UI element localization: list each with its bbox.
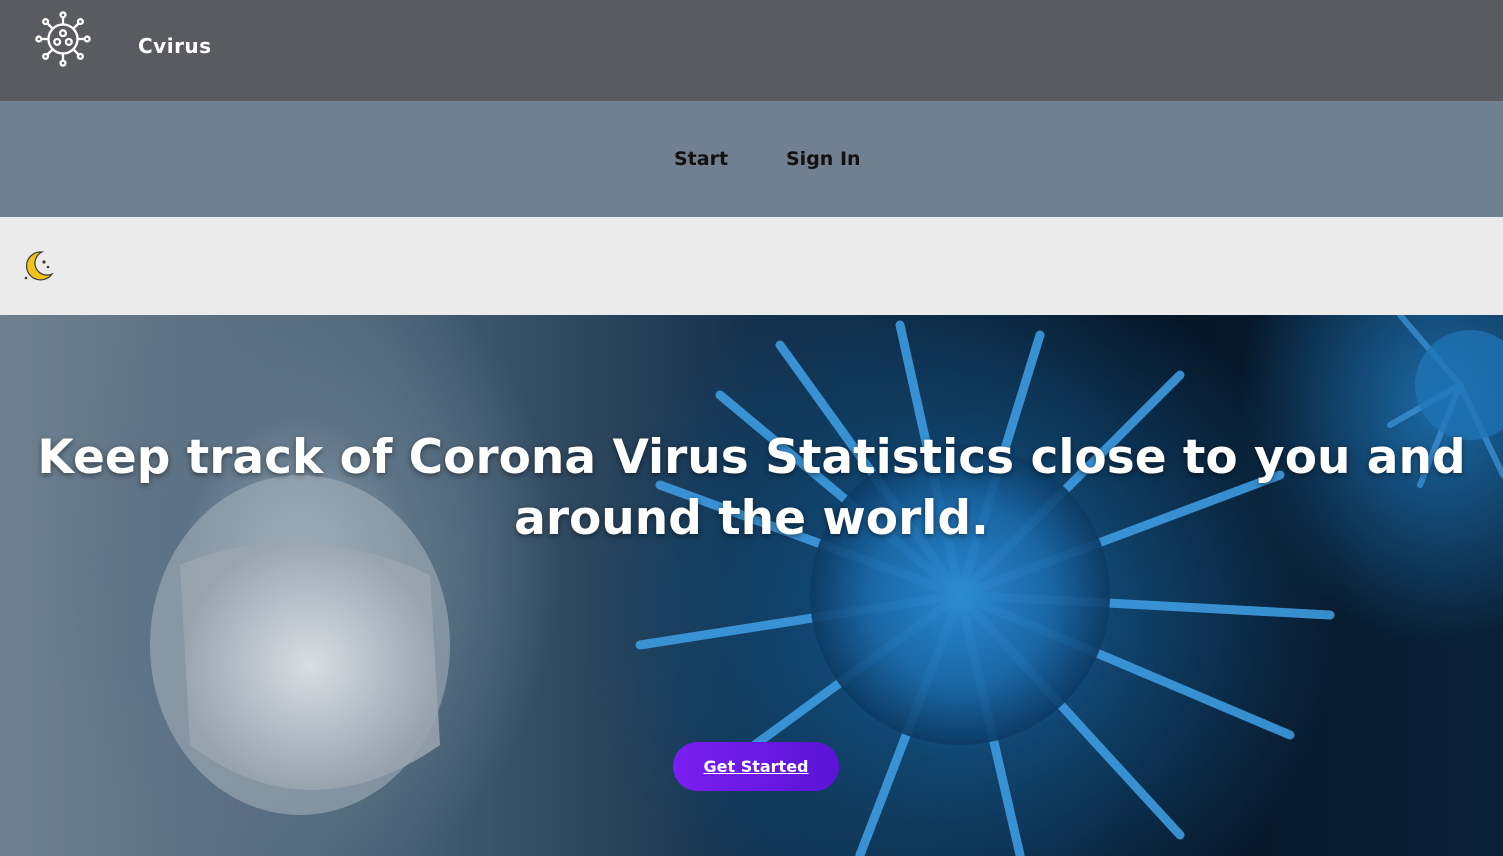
hero-title: Keep track of Corona Virus Statistics cl…	[37, 430, 1466, 546]
hero-section: Keep track of Corona Virus Statistics cl…	[0, 315, 1503, 856]
virus-icon[interactable]	[34, 10, 92, 68]
nav-sign-in-link[interactable]: Sign In	[786, 148, 861, 170]
main-nav: Start Sign In	[0, 101, 1503, 217]
brand-name[interactable]: Cvirus	[138, 34, 212, 58]
get-started-button[interactable]: Get Started	[673, 742, 839, 791]
top-header: Cvirus	[0, 0, 1503, 101]
nav-start-link[interactable]: Start	[674, 148, 728, 170]
theme-bar	[0, 217, 1503, 315]
moon-icon[interactable]	[20, 248, 56, 284]
